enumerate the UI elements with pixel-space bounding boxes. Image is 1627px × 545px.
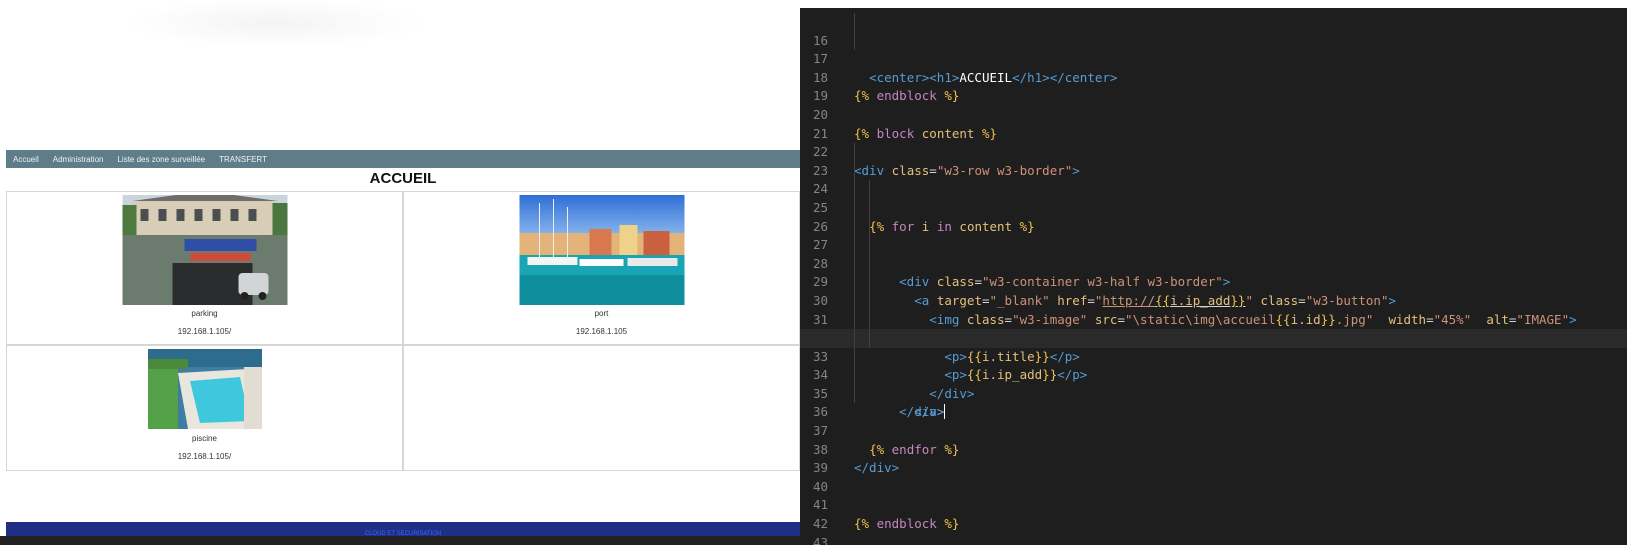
browser-page: Accueil Administration Liste des zone su… xyxy=(0,0,800,545)
parking-image xyxy=(122,195,287,305)
card-ip: 192.168.1.105/ xyxy=(177,327,232,336)
indent-guide xyxy=(869,310,870,330)
indent-guide xyxy=(869,180,870,199)
indent-guide xyxy=(854,143,855,162)
code-line: 20 {% block content %} xyxy=(800,87,1627,141)
indent-guide xyxy=(854,254,855,274)
code-line: 19 xyxy=(800,69,1627,103)
code-line: 34 </div> xyxy=(800,347,1627,419)
code-line: 16 <center><h1>ACCUEIL</h1></center> xyxy=(800,13,1627,85)
code-line: 17 xyxy=(800,31,1627,66)
card-title: port xyxy=(594,309,609,318)
indent-guide xyxy=(854,180,855,199)
code-line: 29 <div class="w3-container w3-center"> xyxy=(800,254,1627,345)
code-line: 18 {% endblock %} xyxy=(800,50,1627,104)
code-line: 40 xyxy=(800,459,1627,494)
page-title: ACCUEIL xyxy=(369,170,437,187)
indent-guide xyxy=(869,329,870,348)
piscine-image xyxy=(147,349,262,429)
indent-guide xyxy=(869,254,870,274)
code-line: 31 <p>{{i.ip_add}}</p> xyxy=(800,291,1627,382)
indent-guide xyxy=(854,310,855,330)
code-line: 42 xyxy=(800,496,1627,531)
indent-guide xyxy=(854,347,855,367)
card-title: parking xyxy=(191,309,218,318)
indent-guide xyxy=(869,236,870,255)
code-line: 41 {% endblock %} xyxy=(800,478,1627,531)
indent-guide xyxy=(854,291,855,311)
card-title: piscine xyxy=(192,434,217,443)
indent-guide xyxy=(869,273,870,292)
card-piscine[interactable]: piscine 192.168.1.105/ xyxy=(6,345,403,471)
code-line: 39 xyxy=(800,441,1627,475)
nav-link-transfert[interactable]: TRANSFERT xyxy=(212,155,274,164)
card-port[interactable]: port 192.168.1.105 xyxy=(403,191,800,345)
code-line: 37 {% endfor %} xyxy=(800,403,1627,457)
code-line: 43 xyxy=(800,515,1627,545)
indent-guide xyxy=(854,198,855,218)
port-image xyxy=(519,195,684,305)
nav-link-administration[interactable]: Administration xyxy=(46,155,111,164)
indent-guide xyxy=(854,13,855,32)
indent-guide xyxy=(854,217,855,237)
indent-guide xyxy=(869,217,870,237)
navbar: Accueil Administration Liste des zone su… xyxy=(6,150,800,168)
card-ip: 192.168.1.105 xyxy=(575,327,628,336)
card-parking[interactable]: parking 192.168.1.105/ xyxy=(6,191,403,345)
code-line-current: 33 </a> xyxy=(800,329,1627,420)
code-line: 38 </div> xyxy=(800,422,1627,476)
indent-guide xyxy=(854,384,855,404)
code-line: 23 xyxy=(800,143,1627,178)
indent-guide xyxy=(854,366,855,385)
taskbar-strip xyxy=(0,536,800,545)
code-line: 25 xyxy=(800,180,1627,215)
blurred-header-image xyxy=(130,0,420,46)
indent-guide xyxy=(854,273,855,292)
code-line: 22 <div class="w3-row w3-border"> xyxy=(800,125,1627,178)
indent-guide xyxy=(854,329,855,348)
empty-cell xyxy=(403,345,800,471)
code-line: 30 <p>{{i.title}}</p> xyxy=(800,273,1627,364)
code-line: 28 <img class="w3-image" src="\static\im… xyxy=(800,236,1627,327)
code-line: 21 xyxy=(800,106,1627,141)
indent-guide xyxy=(869,198,870,218)
code-line: 24 {% for i in content %} xyxy=(800,161,1627,234)
indent-guide xyxy=(854,236,855,255)
code-line: 27 <a target="_blank" href="http://{{i.i… xyxy=(800,217,1627,308)
nav-link-accueil[interactable]: Accueil xyxy=(6,155,46,164)
code-editor[interactable]: 16 <center><h1>ACCUEIL</h1></center> 17 … xyxy=(800,8,1627,545)
nav-link-zones[interactable]: Liste des zone surveillée xyxy=(110,155,212,164)
indent-guide xyxy=(854,161,855,181)
code-line: 36 xyxy=(800,384,1627,419)
line-number: 43 xyxy=(812,534,828,545)
indent-guide xyxy=(869,291,870,311)
card-grid: parking 192.168.1.105/ port 192.168.1.10… xyxy=(6,191,800,471)
indent-guide xyxy=(854,31,855,51)
code-line: 26 <div class="w3-container w3-half w3-b… xyxy=(800,198,1627,289)
code-line: 32 </div> xyxy=(800,310,1627,401)
card-ip: 192.168.1.105/ xyxy=(177,452,232,461)
code-line: 35 xyxy=(800,366,1627,401)
footer: CLOUD ET SECURISATION xyxy=(6,522,800,537)
